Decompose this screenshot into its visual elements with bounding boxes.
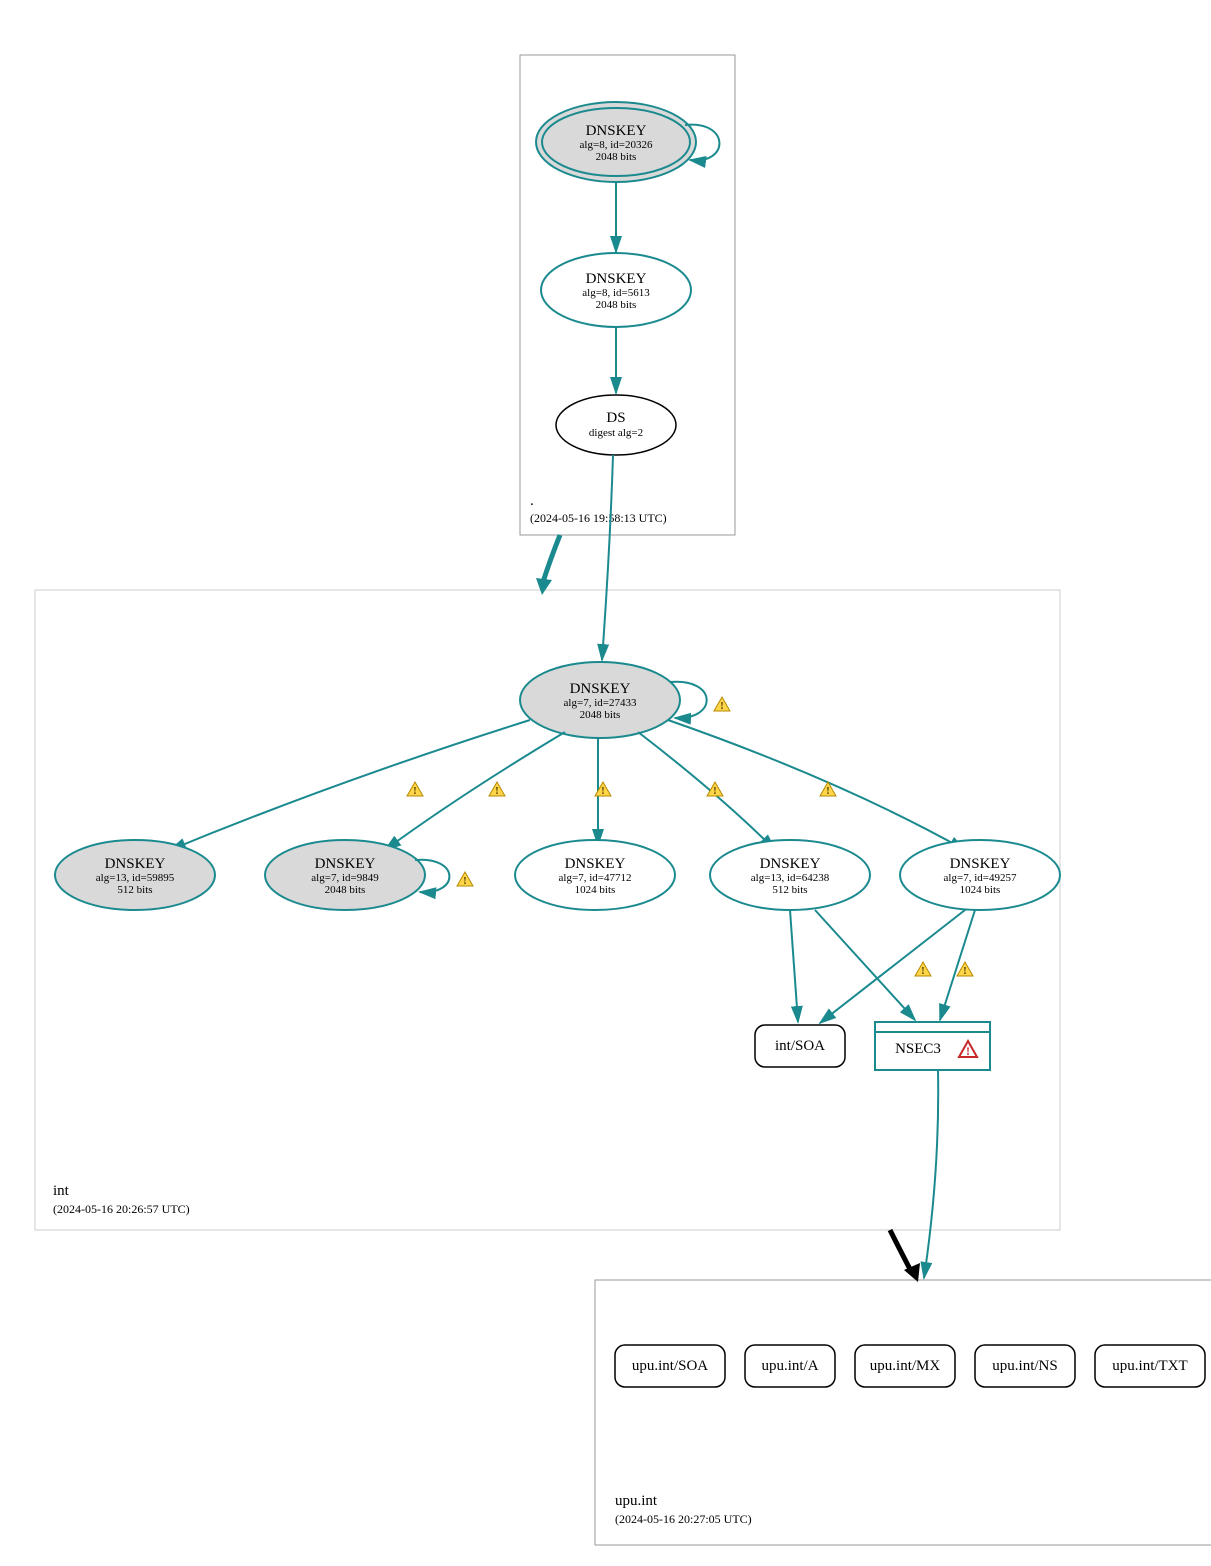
svg-text:alg=13, id=59895: alg=13, id=59895	[96, 872, 175, 884]
svg-text:DNSKEY: DNSKEY	[105, 856, 166, 872]
svg-text:DS: DS	[606, 410, 625, 426]
svg-text:alg=8, id=20326: alg=8, id=20326	[580, 139, 653, 151]
edge-k4-soa	[790, 910, 798, 1022]
svg-text:NSEC3: NSEC3	[895, 1041, 941, 1057]
warning-icon	[915, 962, 931, 977]
edge-ds-intksk	[602, 455, 613, 660]
zone-int-time: (2024-05-16 20:26:57 UTC)	[53, 1202, 190, 1216]
warning-icon	[957, 962, 973, 977]
node-upu-mx: upu.int/MX	[855, 1345, 955, 1387]
svg-text:alg=7, id=47712: alg=7, id=47712	[559, 872, 632, 884]
warning-icon	[714, 697, 730, 712]
edge-intzone-upuzone	[890, 1230, 912, 1273]
warning-icon	[407, 782, 423, 797]
svg-text:1024 bits: 1024 bits	[960, 884, 1001, 896]
svg-text:1024 bits: 1024 bits	[575, 884, 616, 896]
zone-box-upu	[595, 1280, 1211, 1545]
svg-text:DNSKEY: DNSKEY	[760, 856, 821, 872]
node-upu-a: upu.int/A	[745, 1345, 835, 1387]
svg-text:512 bits: 512 bits	[117, 884, 152, 896]
node-int-k1: DNSKEY alg=13, id=59895 512 bits	[55, 840, 215, 910]
svg-text:int/SOA: int/SOA	[775, 1038, 825, 1054]
edge-nsec3-upu	[924, 1070, 938, 1278]
edge-intksk-k1	[170, 720, 530, 850]
node-int-k5: DNSKEY alg=7, id=49257 1024 bits	[900, 840, 1060, 910]
svg-text:DNSKEY: DNSKEY	[315, 856, 376, 872]
node-int-k3: DNSKEY alg=7, id=47712 1024 bits	[515, 840, 675, 910]
node-root-ksk: DNSKEY alg=8, id=20326 2048 bits	[536, 102, 696, 182]
svg-text:alg=7, id=49257: alg=7, id=49257	[944, 872, 1017, 884]
edge-k4-nsec3	[815, 910, 915, 1020]
svg-text:512 bits: 512 bits	[772, 884, 807, 896]
zone-upu-label: upu.int	[615, 1493, 658, 1509]
edge-k5-soa	[820, 910, 965, 1023]
zone-int-label: int	[53, 1183, 70, 1199]
svg-text:alg=8, id=5613: alg=8, id=5613	[582, 287, 650, 299]
zone-root-time: (2024-05-16 19:58:13 UTC)	[530, 511, 667, 525]
svg-text:alg=7, id=27433: alg=7, id=27433	[564, 697, 637, 709]
node-upu-ns: upu.int/NS	[975, 1345, 1075, 1387]
warning-icon	[489, 782, 505, 797]
svg-text:alg=7, id=9849: alg=7, id=9849	[311, 872, 379, 884]
node-int-ksk: DNSKEY alg=7, id=27433 2048 bits	[520, 662, 680, 738]
svg-text:DNSKEY: DNSKEY	[570, 681, 631, 697]
node-upu-soa: upu.int/SOA	[615, 1345, 725, 1387]
node-upu-txt: upu.int/TXT	[1095, 1345, 1205, 1387]
warning-icon	[457, 872, 473, 887]
node-int-nsec3: NSEC3	[875, 1022, 990, 1070]
svg-text:alg=13, id=64238: alg=13, id=64238	[751, 872, 830, 884]
svg-text:2048 bits: 2048 bits	[596, 299, 637, 311]
svg-text:DNSKEY: DNSKEY	[586, 123, 647, 139]
svg-text:DNSKEY: DNSKEY	[950, 856, 1011, 872]
svg-text:upu.int/MX: upu.int/MX	[870, 1358, 941, 1374]
node-root-ds: DS digest alg=2	[556, 395, 676, 455]
dnssec-diagram: ! ! . (2024-05-16 19:58:13 UTC) DNSKEY a…	[20, 20, 1211, 1546]
zone-upu-time: (2024-05-16 20:27:05 UTC)	[615, 1512, 752, 1526]
svg-text:2048 bits: 2048 bits	[325, 884, 366, 896]
svg-text:2048 bits: 2048 bits	[580, 709, 621, 721]
svg-text:digest alg=2: digest alg=2	[589, 427, 643, 439]
svg-text:upu.int/SOA: upu.int/SOA	[632, 1358, 708, 1374]
node-root-zsk: DNSKEY alg=8, id=5613 2048 bits	[541, 253, 691, 327]
svg-text:DNSKEY: DNSKEY	[565, 856, 626, 872]
svg-text:upu.int/A: upu.int/A	[761, 1358, 818, 1374]
node-int-k4: DNSKEY alg=13, id=64238 512 bits	[710, 840, 870, 910]
node-int-soa: int/SOA	[755, 1025, 845, 1067]
svg-text:upu.int/NS: upu.int/NS	[992, 1358, 1057, 1374]
svg-text:DNSKEY: DNSKEY	[586, 271, 647, 287]
edge-rootzone-intzone	[542, 535, 560, 585]
node-int-k2: DNSKEY alg=7, id=9849 2048 bits	[265, 840, 425, 910]
svg-text:upu.int/TXT: upu.int/TXT	[1112, 1358, 1187, 1374]
svg-text:2048 bits: 2048 bits	[596, 151, 637, 163]
edge-intksk-k4	[638, 732, 775, 850]
zone-root-label: .	[530, 493, 534, 509]
